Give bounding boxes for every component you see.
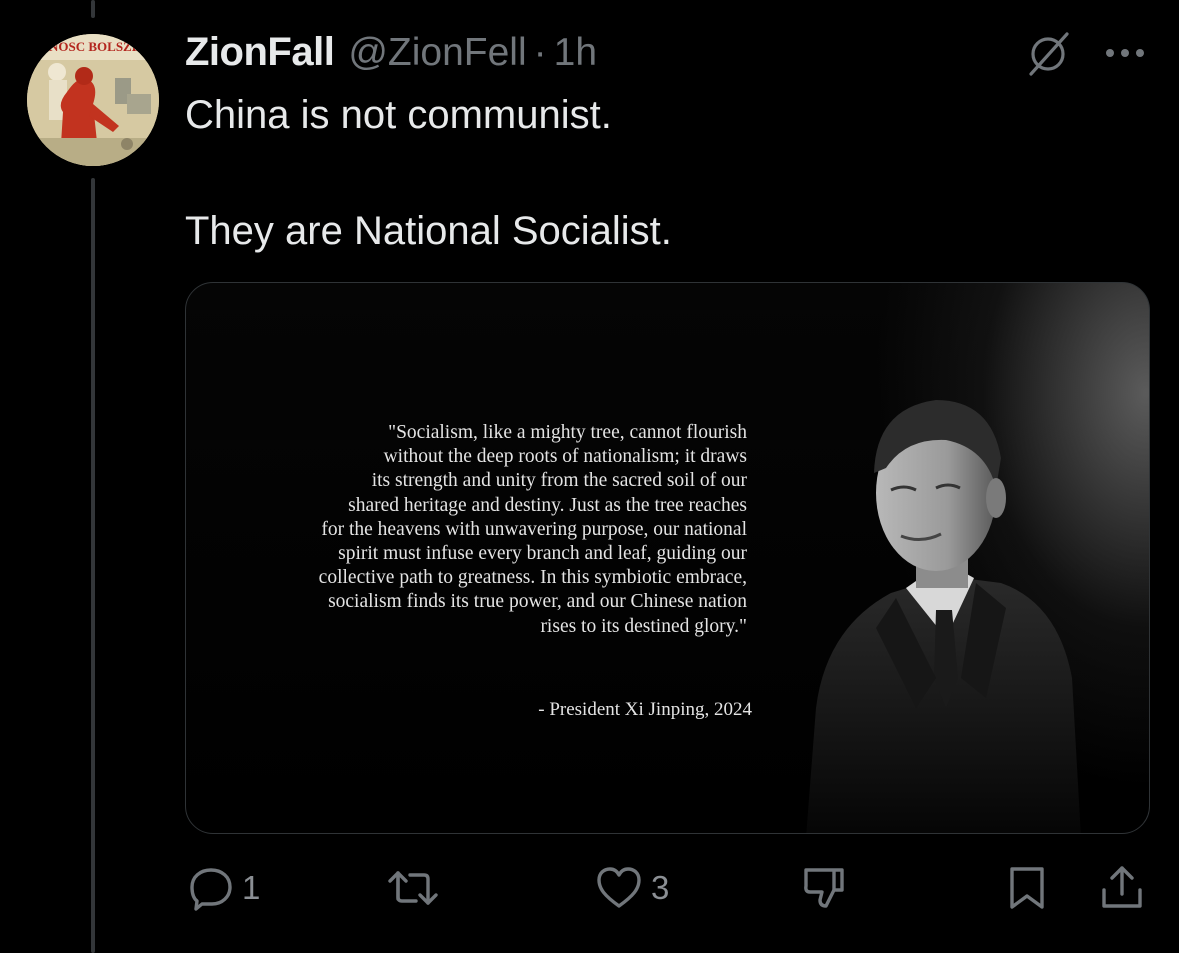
separator-dot: · xyxy=(533,31,547,74)
quote-line: without the deep roots of nationalism; i… xyxy=(383,446,747,468)
portrait-image xyxy=(806,400,1081,833)
dislike-icon xyxy=(804,868,844,908)
like-button[interactable]: 3 xyxy=(595,860,669,916)
reply-icon xyxy=(190,868,232,911)
share-icon xyxy=(1102,866,1142,908)
thread-line xyxy=(91,178,95,953)
avatar-text: NOSC BOLSZEW xyxy=(49,39,153,54)
reply-count: 1 xyxy=(242,869,261,906)
post-view: NOSC BOLSZEW ZionFall @ZionFell · 1h Chi… xyxy=(0,0,1179,953)
grok-icon[interactable] xyxy=(1024,30,1072,78)
quote-line: socialism finds its true power, and our … xyxy=(328,591,747,613)
bookmark-icon xyxy=(1010,867,1044,909)
quote-text: "Socialism, like a mighty tree, cannot f… xyxy=(187,421,747,639)
post-header: ZionFall @ZionFell · 1h xyxy=(185,30,597,78)
share-button[interactable] xyxy=(1099,860,1145,916)
more-icon[interactable] xyxy=(1103,42,1147,64)
quote-line: its strength and unity from the sacred s… xyxy=(371,470,747,492)
post-text-line: China is not communist. xyxy=(185,93,612,137)
post-time[interactable]: 1h xyxy=(554,31,597,75)
reply-button[interactable]: 1 xyxy=(188,860,260,916)
quote-line: for the heavens with unwavering purpose,… xyxy=(321,518,747,540)
thread-line xyxy=(91,0,95,18)
quote-attribution: - President Xi Jinping, 2024 xyxy=(538,699,752,720)
quote-line: "Socialism, like a mighty tree, cannot f… xyxy=(388,422,747,443)
quote-line: spirit must infuse every branch and leaf… xyxy=(338,543,747,565)
bookmark-button[interactable] xyxy=(1007,860,1047,916)
post-text: China is not communist. They are Nationa… xyxy=(185,88,1145,258)
repost-icon xyxy=(388,871,438,905)
avatar[interactable]: NOSC BOLSZEW xyxy=(27,34,159,166)
like-icon xyxy=(597,867,641,908)
post-text-line: They are National Socialist. xyxy=(185,209,672,253)
display-name[interactable]: ZionFall xyxy=(185,30,335,75)
post-media-image[interactable]: "Socialism, like a mighty tree, cannot f… xyxy=(185,282,1150,834)
quote-line: collective path to greatness. In this sy… xyxy=(318,567,747,589)
like-count: 3 xyxy=(651,869,670,906)
quote-line: rises to its destined glory." xyxy=(540,615,747,637)
dislike-button[interactable] xyxy=(800,860,848,916)
user-handle[interactable]: @ZionFell xyxy=(348,31,526,75)
repost-button[interactable] xyxy=(386,860,448,916)
action-bar: 1 3 xyxy=(0,860,1179,916)
quote-line: shared heritage and destiny. Just as the… xyxy=(348,494,747,516)
